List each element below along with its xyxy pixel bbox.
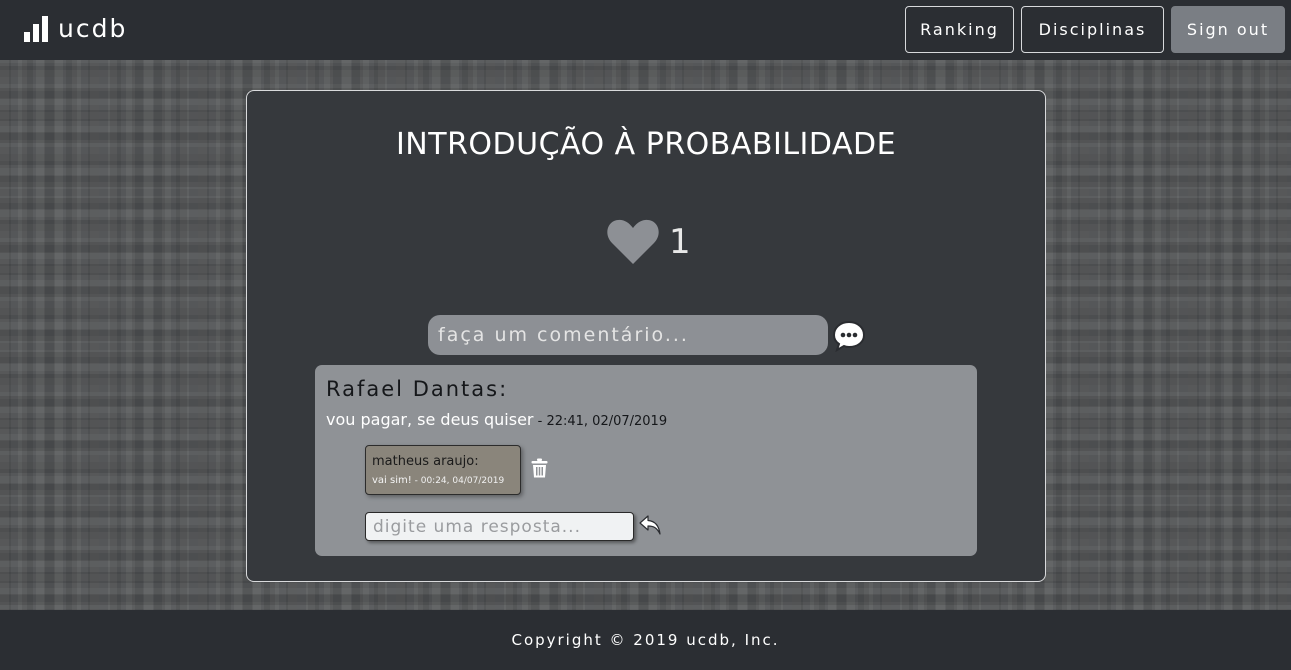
- course-card: INTRODUÇÃO À PROBABILIDADE 1 Rafael Dant…: [246, 90, 1046, 582]
- copyright-text: Copyright © 2019 ucdb, Inc.: [511, 631, 780, 649]
- comment-author: Rafael Dantas:: [326, 377, 509, 401]
- speech-bubble-icon[interactable]: [832, 320, 866, 352]
- heart-icon[interactable]: [607, 219, 659, 265]
- comment-input[interactable]: [428, 315, 828, 355]
- navbar: ucdb Ranking Disciplinas Sign out: [0, 0, 1291, 60]
- trash-icon[interactable]: [531, 458, 548, 478]
- comment-body: vou pagar, se deus quiser - 22:41, 02/07…: [326, 410, 667, 429]
- like-count: 1: [669, 222, 691, 262]
- sign-out-button[interactable]: Sign out: [1171, 6, 1285, 53]
- reply-timestamp: - 00:24, 04/07/2019: [411, 476, 505, 486]
- reply-text: vai sim!: [372, 475, 412, 486]
- disciplines-button[interactable]: Disciplinas: [1021, 6, 1164, 53]
- reply-input[interactable]: [365, 512, 634, 541]
- brand-logo[interactable]: ucdb: [24, 12, 127, 44]
- footer: Copyright © 2019 ucdb, Inc.: [0, 610, 1291, 670]
- reply-author: matheus araujo:: [372, 454, 479, 469]
- course-title: INTRODUÇÃO À PROBABILIDADE: [395, 127, 897, 162]
- ranking-button[interactable]: Ranking: [905, 6, 1014, 53]
- reply-item: matheus araujo: vai sim! - 00:24, 04/07/…: [365, 445, 521, 495]
- reply-arrow-icon[interactable]: [639, 515, 661, 535]
- brand-name: ucdb: [58, 14, 128, 43]
- like-section: 1: [607, 217, 691, 267]
- reply-body: vai sim! - 00:24, 04/07/2019: [372, 475, 504, 486]
- comment-text: vou pagar, se deus quiser: [326, 410, 534, 429]
- comment-timestamp: - 22:41, 02/07/2019: [533, 414, 668, 429]
- comment-item: Rafael Dantas: vou pagar, se deus quiser…: [315, 365, 977, 556]
- bar-chart-icon: [24, 16, 48, 42]
